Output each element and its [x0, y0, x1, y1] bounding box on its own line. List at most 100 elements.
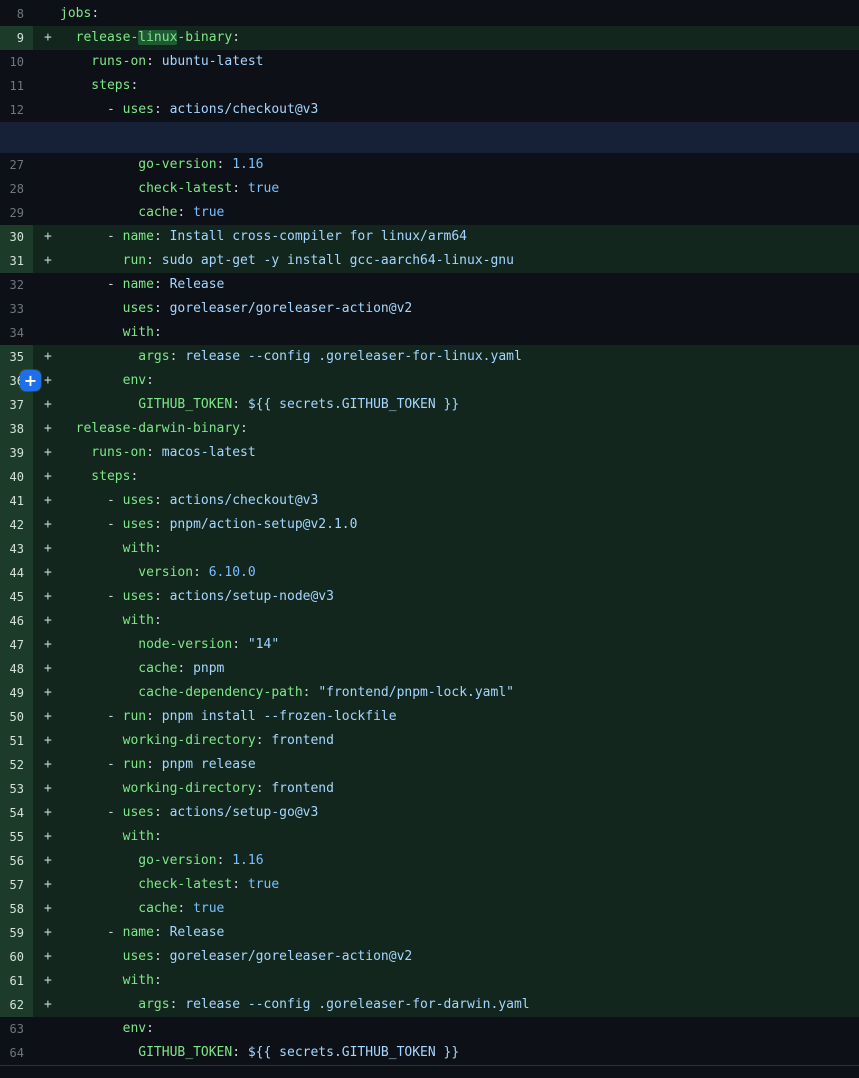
line-number[interactable]: 58 — [0, 897, 33, 921]
line-number[interactable]: 9 — [0, 26, 33, 50]
line-number[interactable]: 45 — [0, 585, 33, 609]
diff-added-marker — [33, 50, 60, 74]
line-number[interactable]: 10 — [0, 50, 33, 74]
line-number[interactable]: 47 — [0, 633, 33, 657]
diff-line-43: 43+ with: — [0, 537, 859, 561]
code-text: - uses: actions/setup-node@v3 — [60, 585, 334, 609]
code-text: with: — [60, 321, 162, 345]
diff-line-35: 35+ args: release --config .goreleaser-f… — [0, 345, 859, 369]
diff-added-marker: + — [33, 705, 60, 729]
code-text: args: release --config .goreleaser-for-d… — [60, 993, 530, 1017]
line-number[interactable]: 54 — [0, 801, 33, 825]
diff-line-58: 58+ cache: true — [0, 897, 859, 921]
line-number[interactable]: 32 — [0, 273, 33, 297]
line-number[interactable]: 46 — [0, 609, 33, 633]
diff-line-52: 52+ - run: pnpm release — [0, 753, 859, 777]
diff-line-40: 40+ steps: — [0, 465, 859, 489]
line-number[interactable]: 59 — [0, 921, 33, 945]
line-number[interactable]: 61 — [0, 969, 33, 993]
diff-added-marker — [33, 1041, 60, 1065]
code-text: working-directory: frontend — [60, 729, 334, 753]
line-number[interactable]: 8 — [0, 2, 33, 26]
diff-added-marker — [33, 153, 60, 177]
line-number[interactable]: 44 — [0, 561, 33, 585]
line-number[interactable]: 38 — [0, 417, 33, 441]
line-number[interactable]: 31 — [0, 249, 33, 273]
line-number[interactable]: 55 — [0, 825, 33, 849]
line-number[interactable]: 56 — [0, 849, 33, 873]
diff-line-31: 31+ run: sudo apt-get -y install gcc-aar… — [0, 249, 859, 273]
line-number[interactable]: 28 — [0, 177, 33, 201]
code-text: env: — [60, 1017, 154, 1041]
diff-line-38: 38+ release-darwin-binary: — [0, 417, 859, 441]
line-number[interactable]: 60 — [0, 945, 33, 969]
diff-line-44: 44+ version: 6.10.0 — [0, 561, 859, 585]
line-number[interactable]: 11 — [0, 74, 33, 98]
line-number[interactable]: 52 — [0, 753, 33, 777]
line-number[interactable]: 34 — [0, 321, 33, 345]
code-text: - name: Install cross-compiler for linux… — [60, 225, 467, 249]
diff-added-marker — [33, 98, 60, 122]
code-text: go-version: 1.16 — [60, 849, 264, 873]
line-number[interactable]: 37 — [0, 393, 33, 417]
diff-added-marker — [33, 297, 60, 321]
diff-line-45: 45+ - uses: actions/setup-node@v3 — [0, 585, 859, 609]
line-number[interactable]: 39 — [0, 441, 33, 465]
code-text: release-darwin-binary: — [60, 417, 248, 441]
diff-added-marker: + — [33, 945, 60, 969]
code-text: cache-dependency-path: "frontend/pnpm-lo… — [60, 681, 514, 705]
line-number[interactable]: 48 — [0, 657, 33, 681]
code-text: release-linux-binary: — [60, 26, 240, 50]
line-number[interactable]: 27 — [0, 153, 33, 177]
line-number[interactable]: 29 — [0, 201, 33, 225]
diff-file-view: 8jobs:9+ release-linux-binary:10 runs-on… — [0, 0, 859, 1078]
code-text: args: release --config .goreleaser-for-l… — [60, 345, 522, 369]
code-text: go-version: 1.16 — [60, 153, 264, 177]
line-number[interactable]: 12 — [0, 98, 33, 122]
diff-line-60: 60+ uses: goreleaser/goreleaser-action@v… — [0, 945, 859, 969]
diff-line-55: 55+ with: — [0, 825, 859, 849]
line-number[interactable]: 57 — [0, 873, 33, 897]
diff-added-marker: + — [33, 513, 60, 537]
diff-line-27: 27 go-version: 1.16 — [0, 153, 859, 177]
code-text: with: — [60, 825, 162, 849]
code-text: - run: pnpm release — [60, 753, 256, 777]
line-number[interactable]: 53 — [0, 777, 33, 801]
line-number[interactable]: 35 — [0, 345, 33, 369]
code-text: check-latest: true — [60, 177, 279, 201]
diff-added-marker: + — [33, 681, 60, 705]
diff-added-marker: + — [33, 249, 60, 273]
diff-line-59: 59+ - name: Release — [0, 921, 859, 945]
diff-line-33: 33 uses: goreleaser/goreleaser-action@v2 — [0, 297, 859, 321]
diff-line-53: 53+ working-directory: frontend — [0, 777, 859, 801]
line-number[interactable]: 62 — [0, 993, 33, 1017]
line-number[interactable]: 49 — [0, 681, 33, 705]
diff-line-36: 36+ env: — [0, 369, 859, 393]
line-number[interactable]: 63 — [0, 1017, 33, 1041]
code-text: env: — [60, 369, 154, 393]
code-text: jobs: — [60, 2, 99, 26]
diff-line-63: 63 env: — [0, 1017, 859, 1041]
line-number[interactable]: 51 — [0, 729, 33, 753]
add-comment-button[interactable]: + — [20, 370, 41, 391]
line-number[interactable]: 40 — [0, 465, 33, 489]
line-number[interactable]: 30 — [0, 225, 33, 249]
code-text: - run: pnpm install --frozen-lockfile — [60, 705, 397, 729]
diff-added-marker: + — [33, 969, 60, 993]
code-text: with: — [60, 537, 162, 561]
code-text: - uses: pnpm/action-setup@v2.1.0 — [60, 513, 357, 537]
line-number[interactable]: 41 — [0, 489, 33, 513]
code-text: working-directory: frontend — [60, 777, 334, 801]
diff-added-marker: + — [33, 441, 60, 465]
diff-line-64: 64 GITHUB_TOKEN: ${{ secrets.GITHUB_TOKE… — [0, 1041, 859, 1065]
line-number[interactable]: 42 — [0, 513, 33, 537]
diff-rows: 8jobs:9+ release-linux-binary:10 runs-on… — [0, 2, 859, 1065]
line-number[interactable]: 50 — [0, 705, 33, 729]
diff-added-marker — [33, 1017, 60, 1041]
diff-added-marker: + — [33, 633, 60, 657]
line-number[interactable]: 33 — [0, 297, 33, 321]
line-number[interactable]: 43 — [0, 537, 33, 561]
line-number[interactable]: 64 — [0, 1041, 33, 1065]
diff-added-marker: + — [33, 417, 60, 441]
expand-hidden-lines-row[interactable] — [0, 122, 859, 153]
